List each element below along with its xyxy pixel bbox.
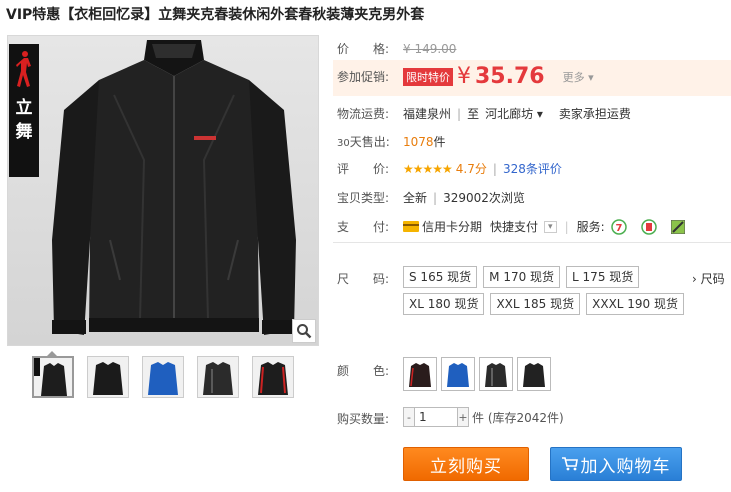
main-product-image[interactable]: 立舞 [7, 35, 319, 346]
jacket-image [52, 40, 296, 335]
quantity-increment-button[interactable]: + [457, 407, 469, 427]
color-label: 颜 色: [337, 364, 390, 378]
size-option-m[interactable]: M 170 现货 [483, 266, 561, 288]
size-chart-link[interactable]: › 尺码 [692, 270, 725, 287]
size-options: S 165 现货 M 170 现货 L 175 现货 XL 180 现货 XXL… [403, 266, 693, 315]
shipping-fee: 卖家承担运费 [558, 107, 631, 121]
jacket-color-image [409, 363, 431, 387]
sales-label: 天售出: [349, 135, 390, 149]
quantity-stepper: - 1 + 件 (库存2042件) [403, 407, 564, 427]
ship-from: 福建泉州 [403, 107, 452, 121]
item-type-label: 宝贝类型: [337, 191, 390, 205]
item-type-row: 宝贝类型: 全新 | 329002次浏览 [337, 190, 525, 206]
cart-icon [561, 457, 578, 471]
add-to-cart-label: 加入购物车 [580, 456, 671, 477]
zoom-button[interactable] [292, 319, 316, 343]
jacket-thumbnail-image [34, 358, 67, 396]
quick-pay[interactable]: 快捷支付 [490, 218, 538, 235]
promo-currency: ¥ [457, 64, 471, 89]
promo-tag-badge: 限时特价 [403, 67, 453, 86]
services-label: 服务: [576, 220, 605, 234]
color-option-2[interactable] [441, 357, 475, 391]
size-option-l[interactable]: L 175 现货 [566, 266, 640, 288]
price-label: 价 格: [337, 42, 390, 56]
shipping-row: 物流运费: 福建泉州 | 至 河北廊坊 ▾ 卖家承担运费 [337, 105, 631, 122]
shipping-label: 物流运费: [337, 107, 390, 121]
quantity-input[interactable]: 1 [415, 407, 457, 427]
payment-dropdown-icon[interactable]: ▾ [544, 220, 557, 233]
rating-stars-icon: ★★★★★ [403, 161, 453, 176]
view-count: 329002次浏览 [443, 191, 525, 205]
thumbnail-1[interactable] [32, 356, 74, 398]
svg-text:7: 7 [615, 223, 622, 234]
size-label: 尺 码: [337, 272, 390, 286]
jacket-thumbnail-image [93, 362, 123, 395]
original-price: ¥ 149.00 [403, 41, 457, 56]
sales-row: 30天售出: 1078 件 [337, 133, 446, 150]
promo-row: 参加促销: 限时特价 ¥ 35.76 更多 ▾ [337, 64, 594, 89]
size-option-xl[interactable]: XL 180 现货 [403, 293, 485, 315]
jacket-color-image [523, 363, 545, 387]
brand-logo: 立舞 [9, 44, 39, 177]
quantity-decrement-button[interactable]: - [403, 407, 415, 427]
thumbnail-5[interactable] [252, 356, 294, 398]
color-option-4[interactable] [517, 357, 551, 391]
payment-label: 支 付: [337, 220, 390, 234]
ship-to-prefix: 至 [467, 107, 480, 121]
jacket-thumbnail-image [258, 362, 288, 395]
section-divider [333, 242, 731, 243]
quantity-label: 购买数量: [337, 412, 390, 426]
credit-card-icon [403, 221, 419, 232]
brand-name: 立舞 [15, 98, 33, 142]
quantity-label-row: 购买数量: [337, 410, 403, 427]
rating-row: 评 价: ★★★★★ 4.7分 | 328条评价 [337, 160, 562, 177]
color-label-row: 颜 色: [337, 362, 403, 379]
rating-score: 4.7分 [455, 162, 487, 176]
size-option-xxl[interactable]: XXL 185 现货 [490, 293, 581, 315]
thumbnail-strip [32, 356, 294, 398]
product-title: VIP特惠【衣柜回忆录】立舞夹克春装休闲外套春秋装薄夹克男外套 [6, 7, 425, 23]
thumbnail-3[interactable] [142, 356, 184, 398]
reviews-link[interactable]: 328条评价 [503, 160, 562, 177]
sales-days: 30 [337, 138, 350, 149]
ship-to-selector[interactable]: 河北廊坊 ▾ [485, 105, 543, 122]
sales-unit: 件 [433, 135, 446, 149]
price-row: 价 格: ¥ 149.00 [337, 40, 456, 57]
magnifier-icon [297, 324, 312, 339]
buy-now-button[interactable]: 立刻购买 [403, 447, 529, 481]
sales-count: 1078 [403, 134, 434, 149]
payment-row: 支 付: 信用卡分期 快捷支付 ▾ | 服务: 7 [337, 218, 685, 235]
more-promos-link[interactable]: 更多 ▾ [563, 69, 594, 85]
service-badge-icon[interactable] [670, 219, 685, 234]
dancer-figure-icon [16, 51, 31, 87]
size-option-xxxl[interactable]: XXXL 190 现货 [586, 293, 685, 315]
color-options [403, 357, 551, 391]
jacket-thumbnail-image [148, 362, 178, 395]
credit-installment[interactable]: 信用卡分期 [422, 218, 482, 235]
color-option-1[interactable] [403, 357, 437, 391]
thumbnail-4[interactable] [197, 356, 239, 398]
jacket-thumbnail-image [203, 362, 233, 395]
promo-price: 35.76 [475, 64, 545, 89]
genuine-guarantee-icon[interactable] [640, 218, 657, 235]
stock-info: 件 (库存2042件) [472, 410, 564, 425]
size-option-s[interactable]: S 165 现货 [403, 266, 478, 288]
promo-label: 参加促销: [337, 70, 390, 84]
seven-day-return-icon[interactable]: 7 [610, 218, 627, 235]
rating-label: 评 价: [337, 162, 390, 176]
thumbnail-2[interactable] [87, 356, 129, 398]
jacket-color-image [485, 363, 507, 387]
jacket-color-image [447, 363, 469, 387]
add-to-cart-button[interactable]: 加入购物车 [550, 447, 682, 481]
size-label-row: 尺 码: [337, 270, 403, 287]
color-option-3[interactable] [479, 357, 513, 391]
item-condition: 全新 [403, 191, 428, 205]
